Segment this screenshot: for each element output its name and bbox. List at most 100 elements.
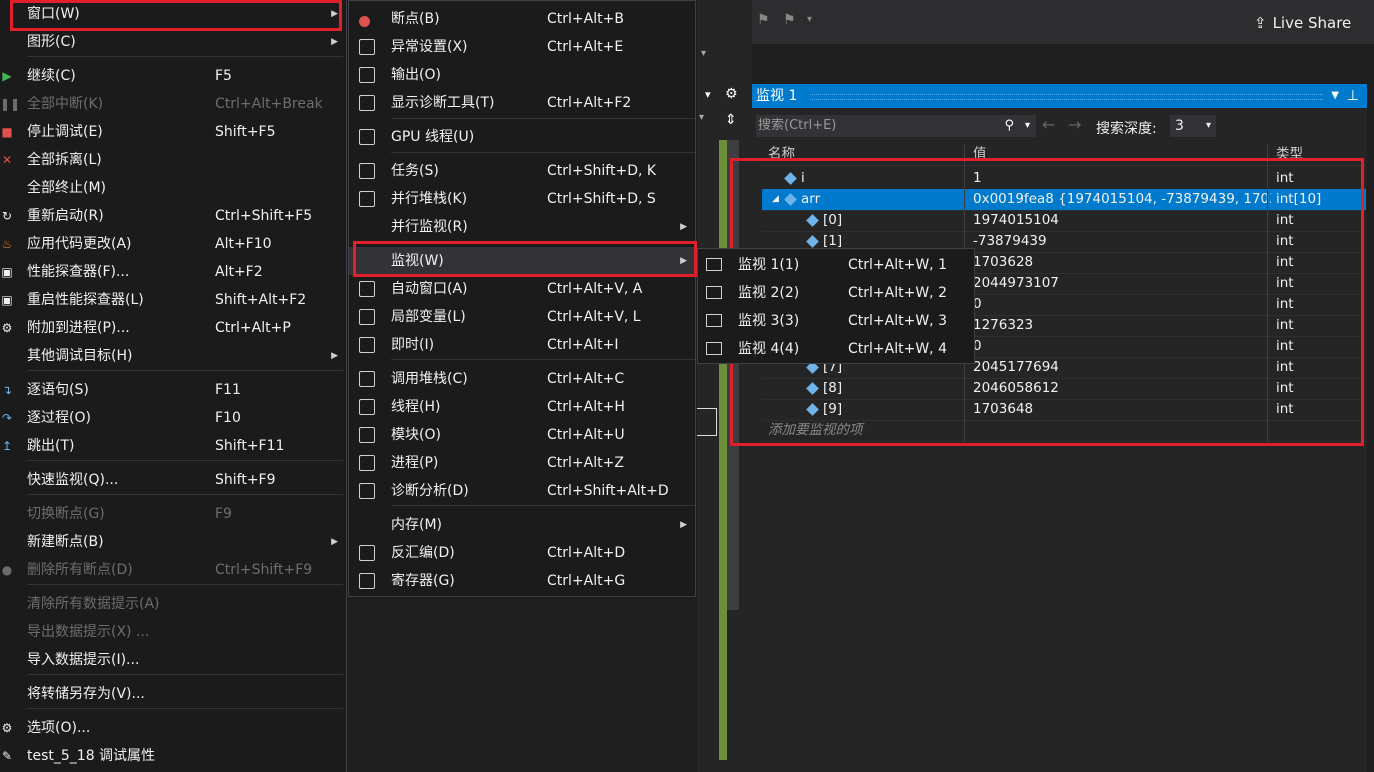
window-menu-item[interactable]: 诊断分析(D) Ctrl+Shift+Alt+D	[349, 477, 695, 505]
debug-menu-item[interactable]: ♨ 应用代码更改(A) Alt+F10	[0, 230, 346, 258]
toolbar-overflow-icon[interactable]: ▾	[807, 14, 812, 25]
menu-item-shortcut: Ctrl+Alt+G	[547, 573, 626, 589]
window-menu-item[interactable]: GPU 线程(U)	[349, 123, 695, 151]
debug-menu-item[interactable]: ▣ 性能探查器(F)... Alt+F2	[0, 258, 346, 286]
debug-menu-item[interactable]: ↥ 跳出(T) Shift+F11	[0, 432, 346, 460]
menu-separator	[27, 494, 343, 495]
window-position-chevron-icon[interactable]: ▼	[1331, 84, 1339, 108]
window-menu-item[interactable]: 调用堆栈(C) Ctrl+Alt+C	[349, 365, 695, 393]
debug-menu-item: 清除所有数据提示(A)	[0, 590, 346, 618]
menu-item-label: 进程(P)	[391, 455, 439, 471]
menu-item-shortcut: Ctrl+Alt+Break	[215, 96, 323, 112]
menu-item-label: 清除所有数据提示(A)	[27, 596, 160, 612]
submenu-arrow-icon: ▶	[680, 222, 687, 232]
window-menu-item[interactable]: 内存(M) ▶	[349, 511, 695, 539]
menu-item-label: 全部中断(K)	[27, 96, 104, 112]
watch-panel: 监视 1 ▼ ⊥ 搜索(Ctrl+E) ⚲ ▾ ← → 搜索深度: 3 ▾ 名称…	[730, 84, 1367, 772]
debug-menu-item[interactable]: 其他调试目标(H) ▶	[0, 342, 346, 370]
watch-panel-title: 监视 1	[756, 88, 798, 104]
search-icon[interactable]: ⚲	[1004, 115, 1014, 137]
watch-menu-item[interactable]: 监视 4(4) Ctrl+Alt+W, 4	[698, 335, 974, 363]
watch-menu-item[interactable]: 监视 1(1) Ctrl+Alt+W, 1	[698, 251, 974, 279]
window-menu-item[interactable]: 进程(P) Ctrl+Alt+Z	[349, 449, 695, 477]
debug-menu-item[interactable]: ▣ 重启性能探查器(L) Shift+Alt+F2	[0, 286, 346, 314]
menu-item-label: 将转储另存为(V)...	[27, 686, 145, 702]
title-grip[interactable]	[810, 94, 1323, 100]
menu-separator	[27, 460, 343, 461]
menu-item-shortcut: Ctrl+Alt+V, L	[547, 309, 641, 325]
collapse-chevron-icon[interactable]: ▾	[705, 88, 711, 101]
search-depth-select[interactable]: 3 ▾	[1170, 115, 1216, 137]
window-menu-item[interactable]: 断点(B) Ctrl+Alt+B	[349, 5, 695, 33]
debug-menu-item[interactable]: ↻ 重新启动(R) Ctrl+Shift+F5	[0, 202, 346, 230]
window-menu-item[interactable]: 反汇编(D) Ctrl+Alt+D	[349, 539, 695, 567]
window-menu-item[interactable]: 线程(H) Ctrl+Alt+H	[349, 393, 695, 421]
watch-search-bar: 搜索(Ctrl+E) ⚲ ▾ ← → 搜索深度: 3 ▾	[752, 112, 1367, 140]
debug-menu-item[interactable]: ⚙ 选项(O)...	[0, 714, 346, 742]
debug-menu-item[interactable]: 快速监视(Q)... Shift+F9	[0, 466, 346, 494]
search-back-arrow-icon[interactable]: ←	[1042, 115, 1055, 134]
search-dropdown-chevron-icon[interactable]: ▾	[1025, 115, 1030, 137]
debug-menu-item[interactable]: ▶ 继续(C) F5	[0, 62, 346, 90]
hot-reload-icon: ♨	[1, 237, 13, 251]
menu-item-label: 监视 4(4)	[738, 341, 800, 357]
window-menu-item[interactable]: 寄存器(G) Ctrl+Alt+G	[349, 567, 695, 595]
debug-menu-item[interactable]: 全部终止(M)	[0, 174, 346, 202]
menu-item-shortcut: Ctrl+Alt+U	[547, 427, 625, 443]
window-menu-item[interactable]: 输出(O)	[349, 61, 695, 89]
menu-item-label: 自动窗口(A)	[391, 281, 468, 297]
menu-item-shortcut: Ctrl+Alt+D	[547, 545, 626, 561]
window-menu-item[interactable]: 任务(S) Ctrl+Shift+D, K	[349, 157, 695, 185]
window-menu-item[interactable]: 并行监视(R) ▶	[349, 213, 695, 241]
debug-menu-item[interactable]: 将转储另存为(V)...	[0, 680, 346, 708]
watch-window-icon	[706, 342, 722, 355]
watch-menu-item[interactable]: 监视 3(3) Ctrl+Alt+W, 3	[698, 307, 974, 335]
menu-item-label: 逐语句(S)	[27, 382, 89, 398]
code-box	[697, 408, 717, 436]
menu-item-label: 并行堆栈(K)	[391, 191, 468, 207]
menu-item-label: 即时(I)	[391, 337, 435, 353]
debug-menu-item[interactable]: ↴ 逐语句(S) F11	[0, 376, 346, 404]
split-icon[interactable]: ⇕	[725, 112, 737, 128]
watch-search-input[interactable]: 搜索(Ctrl+E) ⚲ ▾	[756, 115, 1036, 137]
debug-menu-item[interactable]: ✕ 全部拆离(L)	[0, 146, 346, 174]
step-into-icon: ↴	[1, 383, 13, 397]
window-menu-item[interactable]: 自动窗口(A) Ctrl+Alt+V, A	[349, 275, 695, 303]
live-share-button[interactable]: ⇪ Live Share	[1254, 12, 1351, 34]
watch-window-icon	[706, 314, 722, 327]
debug-menu-item[interactable]: ↷ 逐过程(O) F10	[0, 404, 346, 432]
menu-item-shortcut: Ctrl+Alt+C	[547, 371, 625, 387]
window-menu-item[interactable]: 并行堆栈(K) Ctrl+Shift+D, S	[349, 185, 695, 213]
debug-menu-item[interactable]: 导入数据提示(I)...	[0, 646, 346, 674]
dropdown-chevron-icon[interactable]: ▾	[701, 48, 717, 74]
gear-icon: ⚙	[1, 721, 13, 735]
search-forward-arrow-icon[interactable]: →	[1068, 115, 1081, 134]
debug-menu-item[interactable]: ✎ test_5_18 调试属性	[0, 742, 346, 770]
step-out-icon: ↥	[1, 439, 13, 453]
window-menu-item[interactable]: 异常设置(X) Ctrl+Alt+E	[349, 33, 695, 61]
modules-icon	[359, 427, 375, 443]
menu-item-label: 全部拆离(L)	[27, 152, 102, 168]
stop-icon: ■	[1, 125, 13, 139]
window-menu-item[interactable]: 局部变量(L) Ctrl+Alt+V, L	[349, 303, 695, 331]
bookmark-next-icon[interactable]: ⚑	[757, 12, 770, 28]
window-menu-item[interactable]: 显示诊断工具(T) Ctrl+Alt+F2	[349, 89, 695, 117]
window-menu-item[interactable]: 即时(I) Ctrl+Alt+I	[349, 331, 695, 359]
menu-item-label: 图形(C)	[27, 34, 76, 50]
pin-icon[interactable]: ⊥	[1347, 84, 1359, 108]
bookmark-clear-icon[interactable]: ⚑	[783, 12, 796, 28]
menu-item-label: 调用堆栈(C)	[391, 371, 468, 387]
dropdown-chevron-icon[interactable]: ▾	[699, 112, 717, 134]
debug-menu-item: 导出数据提示(X) ...	[0, 618, 346, 646]
window-menu-item[interactable]: 模块(O) Ctrl+Alt+U	[349, 421, 695, 449]
debug-menu-item[interactable]: ■ 停止调试(E) Shift+F5	[0, 118, 346, 146]
menu-item-shortcut: Ctrl+Alt+W, 4	[848, 341, 947, 357]
debug-menu-item[interactable]: 新建断点(B) ▶	[0, 528, 346, 556]
gear-icon[interactable]: ⚙	[725, 86, 738, 102]
diagnostic-tools-icon	[359, 95, 375, 111]
menu-item-label: GPU 线程(U)	[391, 129, 475, 145]
menu-item-label: 异常设置(X)	[391, 39, 468, 55]
watch-menu-item[interactable]: 监视 2(2) Ctrl+Alt+W, 2	[698, 279, 974, 307]
debug-menu-item[interactable]: ⚙ 附加到进程(P)... Ctrl+Alt+P	[0, 314, 346, 342]
debug-menu-item[interactable]: 图形(C) ▶	[0, 28, 346, 56]
